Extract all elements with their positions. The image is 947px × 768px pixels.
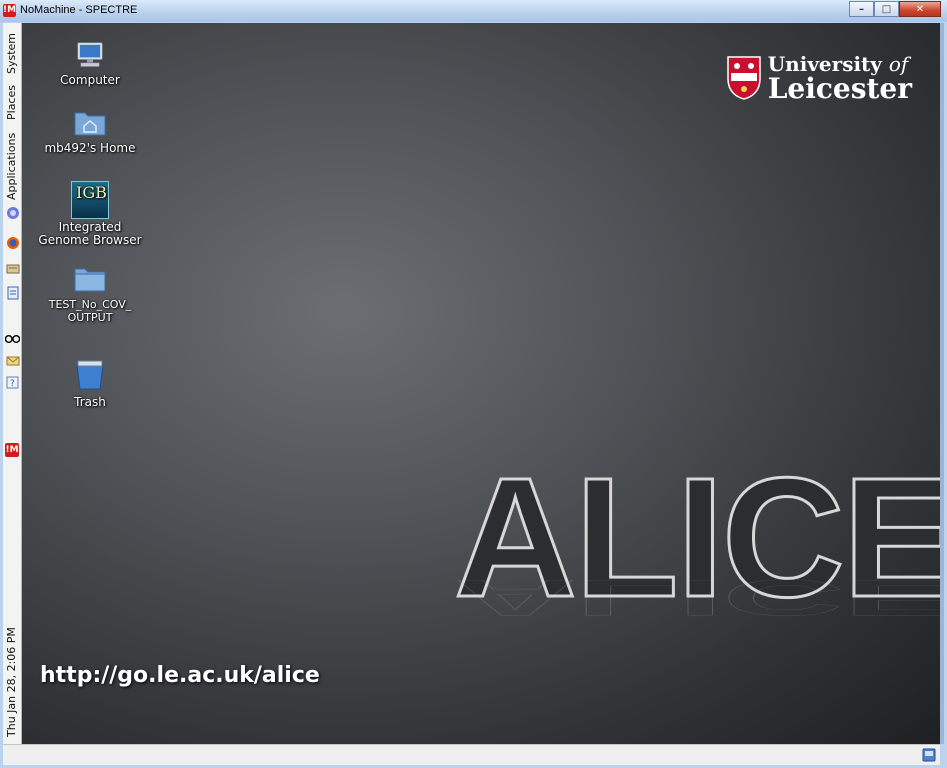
- text-editor-icon[interactable]: [5, 261, 20, 276]
- trash-icon: [76, 360, 104, 390]
- test-output-folder-desktop-icon[interactable]: TEST_No_COV_ OUTPUT: [35, 263, 145, 324]
- alice-watermark-reflection: ALICE: [454, 569, 940, 627]
- window-controls: – □ ✕: [849, 1, 941, 17]
- system-menu[interactable]: System: [3, 29, 21, 77]
- gnome-side-panel: System Places Applications ? !M Thu Jan …: [3, 23, 22, 744]
- computer-desktop-icon[interactable]: Computer: [35, 41, 145, 87]
- trash-desktop-icon[interactable]: Trash: [35, 357, 145, 409]
- document-icon[interactable]: [5, 285, 20, 300]
- window-titlebar[interactable]: !M NoMachine - SPECTRE – □ ✕: [0, 0, 947, 23]
- applications-menu[interactable]: Applications: [3, 129, 21, 203]
- computer-icon: [77, 42, 103, 68]
- help-icon[interactable]: ?: [5, 375, 20, 390]
- close-button[interactable]: ✕: [899, 1, 941, 17]
- desktop[interactable]: Computer mb492's Home IGB Integrated Gen…: [22, 23, 940, 744]
- alice-url: http://go.le.ac.uk/alice: [40, 663, 320, 688]
- university-logo: University of Leicester: [726, 53, 912, 103]
- gnome-icon[interactable]: [5, 205, 20, 220]
- desktop-icon-label: TEST_No_COV_ OUTPUT: [48, 298, 132, 324]
- minimize-button[interactable]: –: [849, 1, 874, 17]
- show-desktop-icon[interactable]: [922, 747, 936, 762]
- clock[interactable]: Thu Jan 28, 2:06 PM: [3, 623, 21, 741]
- firefox-icon[interactable]: [5, 235, 20, 250]
- desktop-icon-label: Trash: [74, 395, 106, 409]
- window-right-border: [940, 23, 944, 744]
- home-folder-desktop-icon[interactable]: mb492's Home: [35, 107, 145, 155]
- home-folder-icon: [74, 112, 106, 136]
- nomachine-tray-icon[interactable]: !M: [5, 443, 19, 457]
- gnome-bottom-panel: [3, 744, 940, 765]
- logo-line2: Leicester: [767, 72, 912, 105]
- window-title: NoMachine - SPECTRE: [20, 4, 138, 16]
- folder-icon: [74, 268, 106, 292]
- mail-icon[interactable]: [5, 353, 20, 368]
- igb-icon: IGB: [71, 181, 109, 219]
- maximize-button[interactable]: □: [874, 1, 899, 17]
- desktop-icon-label: Computer: [60, 73, 120, 87]
- places-menu[interactable]: Places: [3, 81, 21, 125]
- svg-text:?: ?: [10, 379, 15, 389]
- desktop-icon-label: mb492's Home: [44, 141, 136, 155]
- igb-desktop-icon[interactable]: IGB Integrated Genome Browser: [35, 181, 145, 247]
- university-name: University of Leicester: [768, 53, 912, 103]
- glasses-icon[interactable]: [5, 331, 20, 346]
- nomachine-app-icon: !M: [3, 4, 17, 17]
- university-shield-icon: [726, 56, 761, 100]
- desktop-icon-label: Integrated Genome Browser: [38, 220, 142, 247]
- igb-icon-text: IGB: [76, 183, 107, 202]
